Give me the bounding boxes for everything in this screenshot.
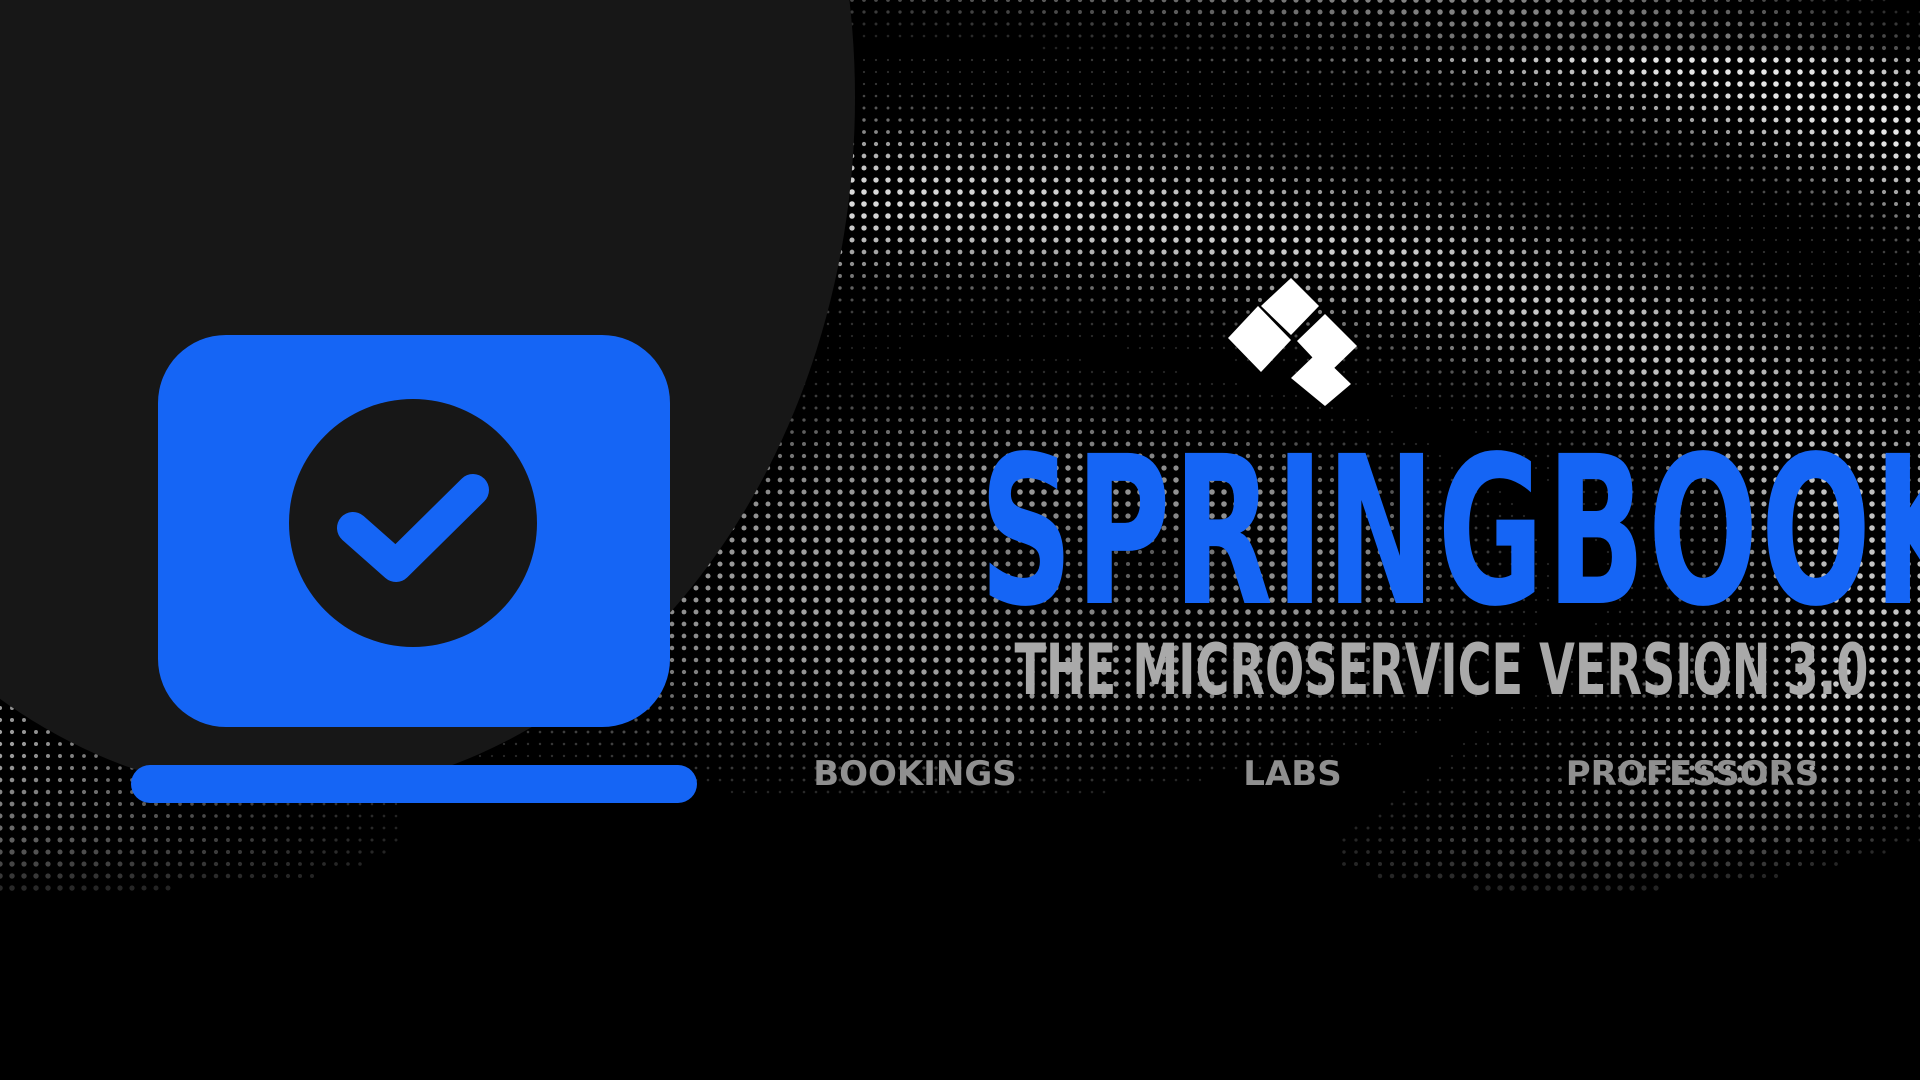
- main-nav: BOOKINGS LABS PROFESSORS: [0, 752, 1920, 796]
- nav-link-labs[interactable]: LABS: [1185, 752, 1400, 796]
- cross-arrow-logo: [1228, 278, 1357, 406]
- nav-link-bookings[interactable]: BOOKINGS: [780, 752, 1050, 796]
- app-title: SPRINGBOOK: [979, 412, 1920, 652]
- nav-link-professors[interactable]: PROFESSORS: [1520, 752, 1865, 796]
- laptop-check-icon: [131, 335, 697, 803]
- app-subtitle: THE MICROSERVICE VERSION 3.0: [1014, 629, 1869, 711]
- hero-banner: SPRINGBOOK THE MICROSERVICE VERSION 3.0 …: [0, 0, 1920, 1080]
- check-circle: [289, 399, 537, 647]
